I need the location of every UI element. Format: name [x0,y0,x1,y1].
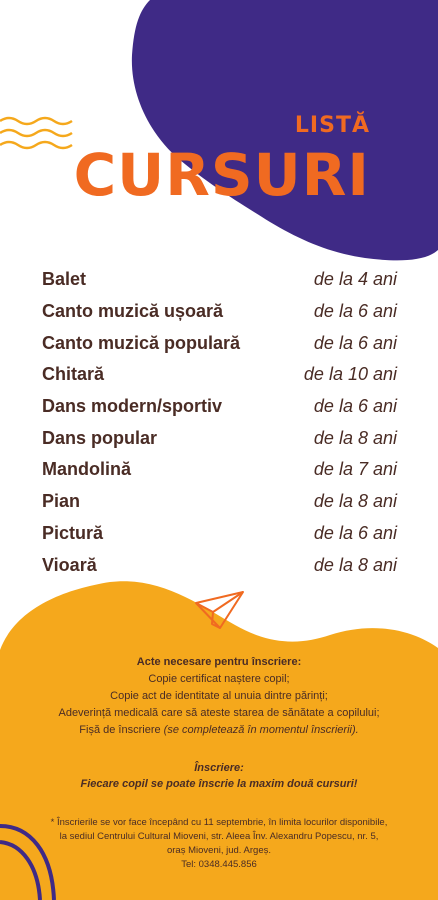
list-item: Dans popular de la 8 ani [42,422,397,454]
course-age: de la 6 ani [313,396,397,417]
footer-line: oraș Mioveni, jud. Argeș. [166,845,272,856]
course-age: de la 7 ani [313,459,397,480]
documents-line-note: (se completează în momentul înscrierii). [163,724,359,736]
footer-info: * Înscrierile se vor face începând cu 11… [10,816,428,872]
course-name: Dans popular [42,427,158,448]
course-name: Dans modern/sportiv [42,396,223,417]
course-age: de la 10 ani [303,364,397,385]
enrollment-heading: Înscriere: [194,762,244,774]
documents-line: Copie act de identitate al unuia dintre … [110,690,328,702]
course-name: Canto muzică populară [42,332,241,353]
list-item: Balet de la 4 ani [42,264,397,296]
documents-heading: Acte necesare pentru înscriere: [136,656,302,668]
list-item: Mandolină de la 7 ani [42,454,397,486]
course-name: Vioară [42,554,97,575]
course-name: Balet [42,269,87,290]
course-name: Canto muzică ușoară [42,301,224,322]
list-item: Chitară de la 10 ani [42,359,397,391]
footer-phone: Tel: 0348.445.856 [181,859,257,870]
required-documents: Acte necesare pentru înscriere: Copie ce… [10,654,428,739]
list-item: Pian de la 8 ani [42,486,397,518]
course-name: Pian [42,491,81,512]
list-item: Canto muzică ușoară de la 6 ani [42,296,397,328]
enrollment-info: Înscriere: Fiecare copil se poate înscri… [10,760,428,792]
documents-line: Adeverință medicală care să ateste stare… [58,707,380,719]
page-title: CURSURI [73,141,370,209]
course-age: de la 8 ani [313,427,397,448]
course-list: Balet de la 4 ani Canto muzică ușoară de… [42,264,397,581]
footer-line: la sediul Centrului Cultural Mioveni, st… [59,831,379,842]
course-name: Mandolină [42,459,131,480]
course-age: de la 6 ani [313,522,397,543]
documents-line-text: Fișă de înscriere [79,724,164,736]
course-age: de la 8 ani [313,491,397,512]
course-name: Chitară [42,364,105,385]
course-age: de la 6 ani [313,332,397,353]
enrollment-text: Fiecare copil se poate înscrie la maxim … [80,778,358,790]
list-item: Pictură de la 6 ani [42,518,397,550]
list-item: Dans modern/sportiv de la 6 ani [42,391,397,423]
course-name: Pictură [42,522,104,543]
footer-line: * Înscrierile se vor face începând cu 11… [50,817,388,828]
course-age: de la 4 ani [313,269,397,290]
documents-line: Copie certificat naștere copil; [148,673,290,685]
list-item: Vioară de la 8 ani [42,549,397,581]
documents-line: Fișă de înscriere (se completează în mom… [10,722,428,739]
title-small: LISTĂ [294,113,370,138]
course-age: de la 6 ani [313,301,397,322]
list-item: Canto muzică populară de la 6 ani [42,327,397,359]
course-age: de la 8 ani [313,554,397,575]
